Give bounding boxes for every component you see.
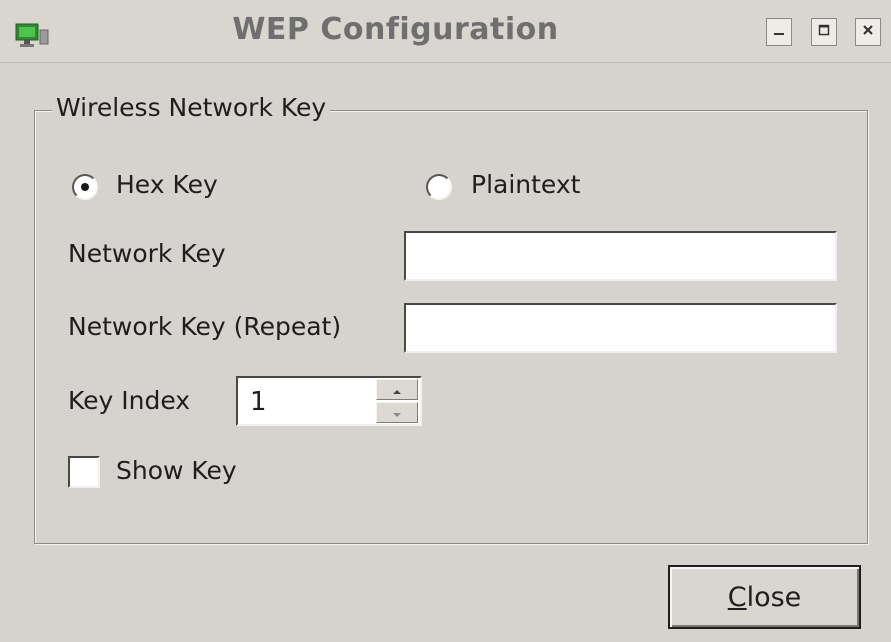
key-index-spinner[interactable]: 1: [236, 376, 422, 426]
network-key-repeat-input[interactable]: [404, 303, 837, 353]
spin-down-arrow-icon: [392, 403, 402, 422]
title-bar[interactable]: WEP Configuration: [0, 0, 891, 63]
hex-key-radio[interactable]: [72, 174, 98, 200]
key-index-label: Key Index: [68, 386, 191, 415]
network-key-repeat-label: Network Key (Repeat): [68, 312, 342, 341]
spin-down-button[interactable]: [376, 402, 418, 423]
minimize-button[interactable]: [766, 18, 792, 46]
plaintext-label[interactable]: Plaintext: [471, 169, 580, 201]
network-key-label: Network Key: [68, 239, 226, 268]
show-key-label[interactable]: Show Key: [116, 455, 237, 487]
hex-key-label[interactable]: Hex Key: [116, 169, 218, 201]
window-title: WEP Configuration: [232, 12, 559, 47]
close-button-label: Close: [727, 581, 802, 613]
maximize-button[interactable]: [811, 18, 837, 46]
minimize-icon: [771, 22, 787, 42]
close-icon: [860, 22, 876, 42]
maximize-icon: [816, 22, 832, 42]
wep-configuration-dialog: WEP Configuration Wireless Network Key H…: [0, 0, 891, 642]
radio-selected-dot: [81, 183, 89, 191]
spin-up-button[interactable]: [376, 379, 418, 400]
plaintext-radio[interactable]: [426, 174, 452, 200]
close-window-button[interactable]: [855, 18, 881, 46]
close-button[interactable]: Close: [668, 565, 861, 629]
network-key-input[interactable]: [404, 231, 837, 281]
spin-up-arrow-icon: [392, 380, 402, 399]
show-key-checkbox[interactable]: [68, 456, 100, 488]
group-legend: Wireless Network Key: [52, 92, 331, 124]
key-index-value[interactable]: 1: [250, 386, 267, 418]
